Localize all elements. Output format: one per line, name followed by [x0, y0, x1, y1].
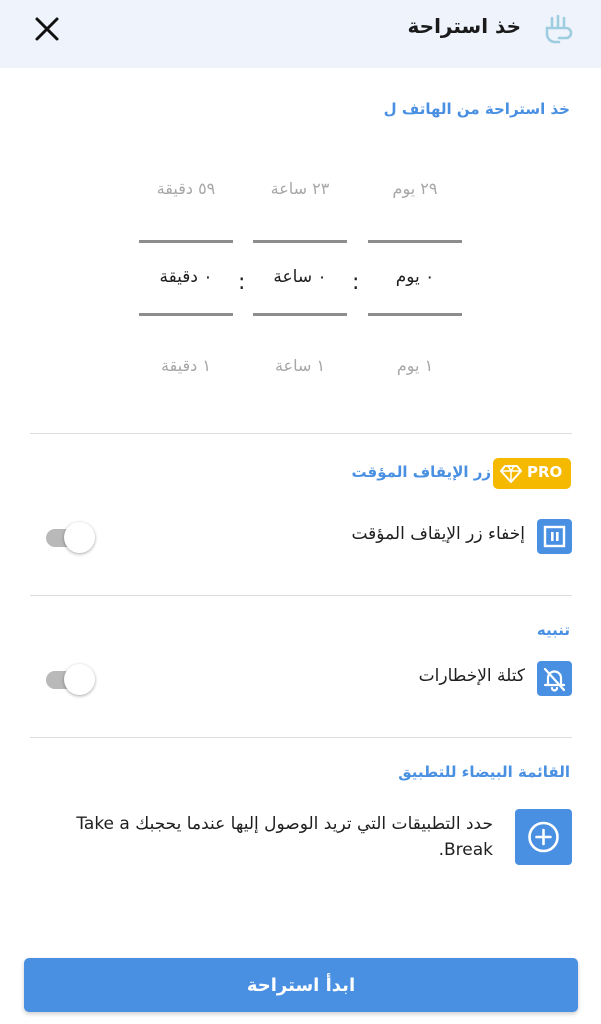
days-above-option[interactable]: ٢٩ يوم	[368, 179, 462, 198]
days-below-option[interactable]: ١ يوم	[368, 356, 462, 375]
bell-off-icon	[537, 661, 572, 696]
divider	[30, 595, 572, 596]
pause-icon	[537, 519, 572, 554]
close-icon[interactable]	[30, 12, 64, 46]
header-bar: خذ استراحة	[0, 0, 601, 68]
alert-section-title: تنبيه	[536, 621, 570, 639]
pause-section-title: زر الإيقاف المؤقت	[351, 463, 491, 481]
take-a-break-screen: خذ استراحة خذ استراحة من الهاتف ل ٢٩ يوم…	[0, 0, 601, 1024]
pro-badge: PRO	[493, 458, 571, 489]
hand-icon	[541, 12, 575, 46]
hours-current-value[interactable]: ٠ ساعة	[253, 267, 347, 287]
days-current-value[interactable]: ٠ يوم	[368, 267, 462, 287]
pro-label: PRO	[527, 463, 563, 481]
days-bottom-line	[368, 313, 462, 316]
diamond-icon	[500, 465, 522, 483]
divider	[30, 433, 572, 434]
hide-pause-label: إخفاء زر الإيقاف المؤقت	[351, 524, 525, 544]
days-top-line	[368, 240, 462, 243]
divider	[30, 737, 572, 738]
minutes-above-option[interactable]: ٥٩ دقيقة	[139, 179, 233, 198]
add-circle-icon	[528, 821, 559, 853]
break-duration-title: خذ استراحة من الهاتف ل	[383, 100, 570, 118]
hours-top-line	[253, 240, 347, 243]
minutes-below-option[interactable]: ١ دقيقة	[139, 356, 233, 375]
time-separator: :	[352, 270, 360, 295]
block-notifications-label: كتلة الإخطارات	[418, 666, 525, 686]
whitelist-section-title: القائمة البيضاء للتطبيق	[398, 763, 570, 781]
whitelist-description: حدد التطبيقات التي تريد الوصول إليها عند…	[76, 814, 493, 860]
start-break-button[interactable]: ابدأ استراحة	[24, 958, 578, 1012]
minutes-bottom-line	[139, 313, 233, 316]
minutes-current-value[interactable]: ٠ دقيقة	[139, 267, 233, 287]
hours-bottom-line	[253, 313, 347, 316]
hours-above-option[interactable]: ٢٣ ساعة	[253, 179, 347, 198]
block-notifications-toggle[interactable]	[46, 663, 95, 695]
minutes-top-line	[139, 240, 233, 243]
page-title: خذ استراحة	[407, 14, 521, 38]
time-separator: :	[238, 270, 246, 295]
add-app-button[interactable]	[515, 809, 572, 865]
hide-pause-toggle[interactable]	[46, 521, 95, 553]
hours-below-option[interactable]: ١ ساعة	[253, 356, 347, 375]
